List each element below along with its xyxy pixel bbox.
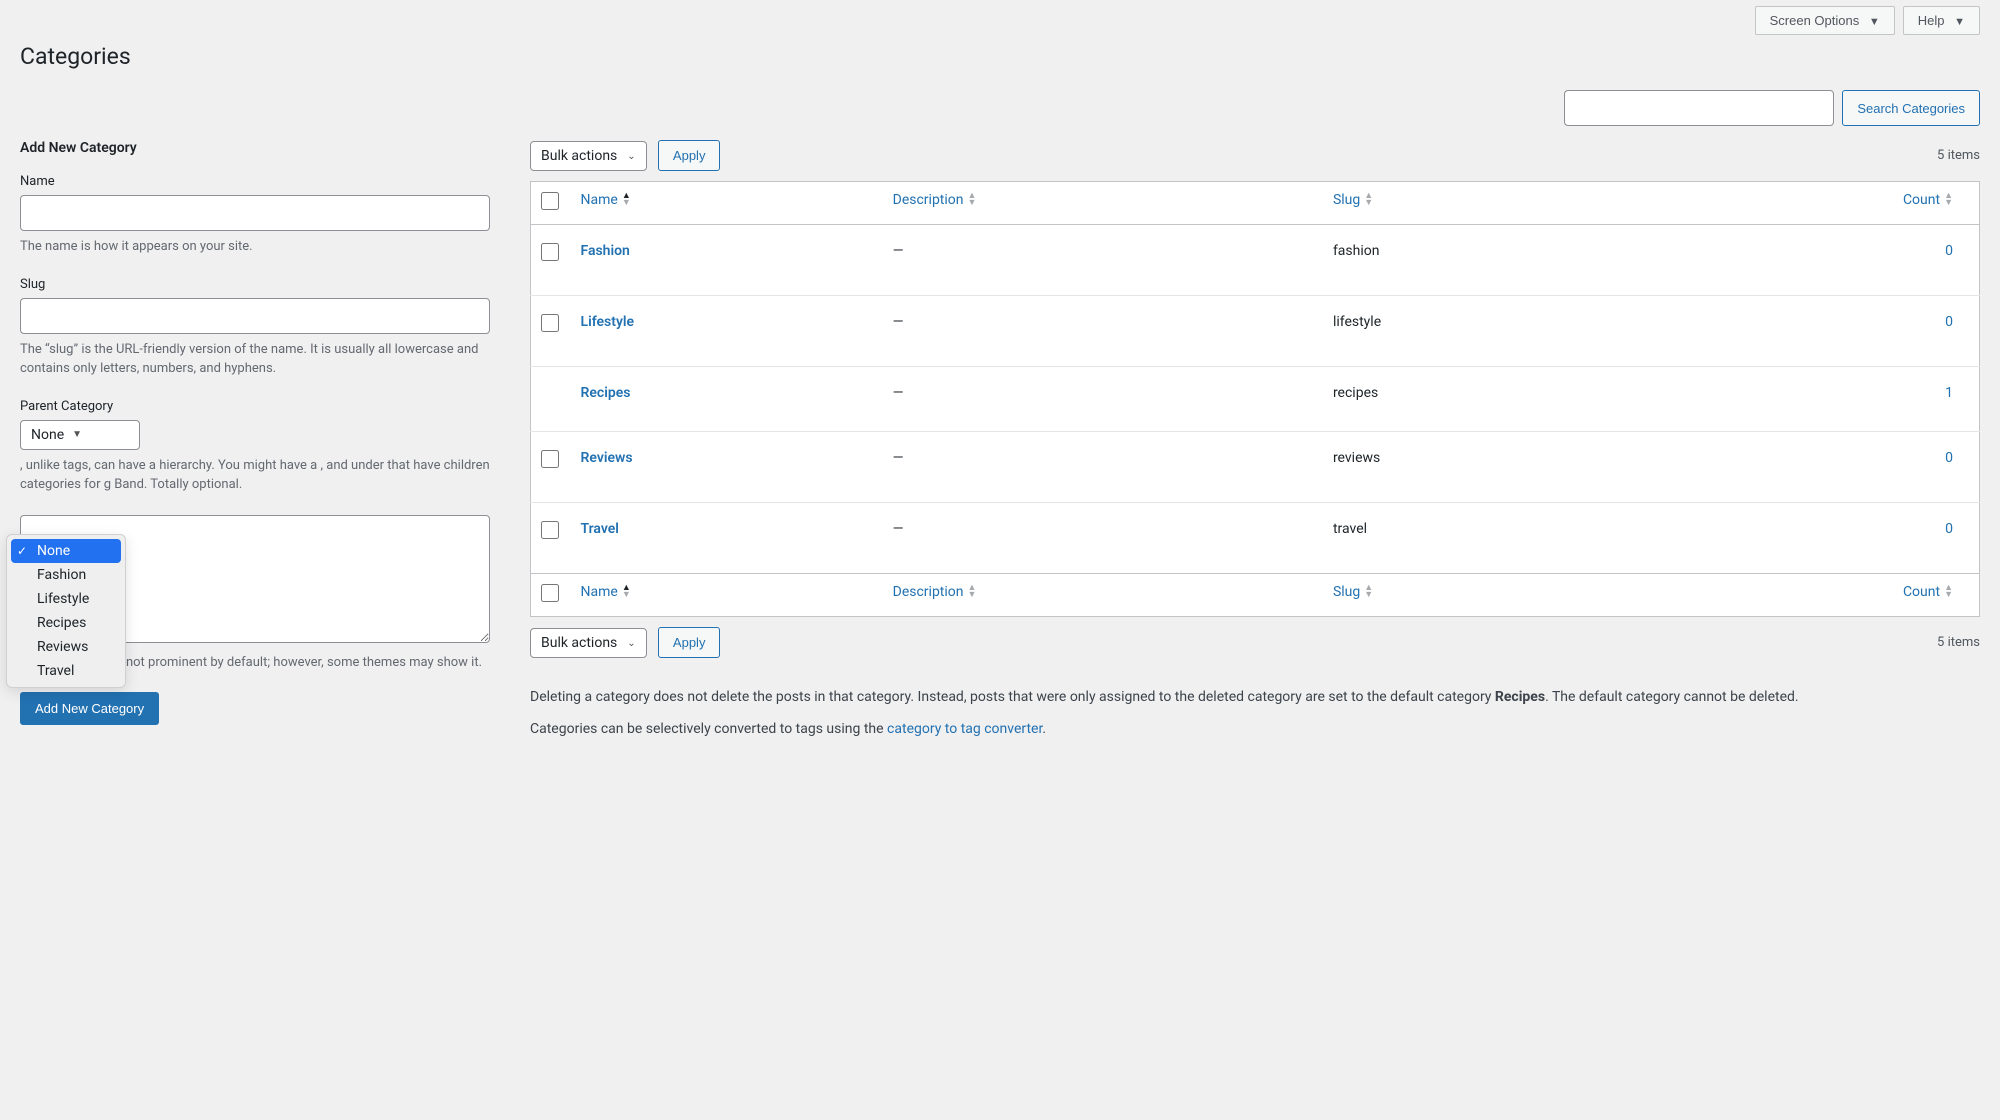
parent-dropdown: ✓ None Fashion Lifestyle Recipes Reviews Trave… (6, 534, 126, 688)
sort-icon: ▲▼ (968, 193, 977, 207)
apply-button-bottom[interactable]: Apply (658, 627, 721, 658)
col-name[interactable]: Name▲▼ (571, 182, 883, 225)
screen-options-label: Screen Options (1770, 13, 1860, 28)
sort-icon: ▲▼ (1944, 585, 1953, 599)
parent-select-value: None (31, 427, 64, 443)
table-row: Fashion —fashion 0 (531, 225, 1980, 296)
items-count-top: 5 items (1937, 148, 1980, 163)
dropdown-option-label: None (37, 543, 70, 559)
check-icon: ✓ (17, 544, 31, 558)
col-slug[interactable]: Slug▲▼ (1323, 182, 1612, 225)
dropdown-option[interactable]: Reviews (11, 635, 121, 659)
row-description: — (883, 503, 1323, 574)
dropdown-option[interactable]: Travel (11, 659, 121, 683)
row-count-link[interactable]: 0 (1945, 243, 1953, 259)
help-button[interactable]: Help ▼ (1903, 6, 1980, 35)
row-checkbox[interactable] (541, 243, 559, 261)
category-link[interactable]: Travel (581, 521, 619, 537)
row-description: — (883, 367, 1323, 432)
col-description[interactable]: Description▲▼ (883, 182, 1323, 225)
category-to-tag-link[interactable]: category to tag converter (887, 721, 1042, 737)
row-count-link[interactable]: 1 (1945, 385, 1953, 401)
bulk-actions-select-bottom[interactable]: Bulk actions ⌄ (530, 628, 647, 658)
sort-icon: ▲▼ (622, 585, 631, 599)
sort-icon: ▲▼ (1364, 585, 1373, 599)
name-label: Name (20, 174, 490, 189)
col-count[interactable]: Count▲▼ (1612, 574, 1979, 617)
apply-button-top[interactable]: Apply (658, 140, 721, 171)
page-title: Categories (20, 43, 1980, 70)
row-checkbox[interactable] (541, 314, 559, 332)
row-description: — (883, 296, 1323, 367)
row-slug: recipes (1323, 367, 1612, 432)
dropdown-option[interactable]: Fashion (11, 563, 121, 587)
items-count-bottom: 5 items (1937, 635, 1980, 650)
search-button[interactable]: Search Categories (1842, 90, 1980, 126)
dropdown-option[interactable]: Recipes (11, 611, 121, 635)
table-row: Reviews —reviews 0 (531, 432, 1980, 503)
sort-icon: ▲▼ (1944, 193, 1953, 207)
sort-icon: ▲▼ (968, 585, 977, 599)
parent-help: , unlike tags, can have a hierarchy. You… (20, 456, 490, 495)
caret-down-icon: ▼ (1954, 16, 1965, 28)
parent-label: Parent Category (20, 399, 490, 414)
row-description: — (883, 432, 1323, 503)
dropdown-option-label: Lifestyle (37, 591, 89, 607)
convert-note: Categories can be selectively converted … (530, 718, 1980, 740)
slug-input[interactable] (20, 298, 490, 334)
row-count-link[interactable]: 0 (1945, 450, 1953, 466)
table-row: Travel —travel 0 (531, 503, 1980, 574)
categories-table: Name▲▼ Description▲▼ Slug▲▼ Count▲▼ Fash… (530, 181, 1980, 617)
dropdown-option[interactable]: Lifestyle (11, 587, 121, 611)
add-category-button[interactable]: Add New Category (20, 692, 159, 725)
sort-icon: ▲▼ (622, 193, 631, 207)
name-help: The name is how it appears on your site. (20, 237, 490, 257)
caret-down-icon: ▼ (1869, 16, 1880, 28)
sort-icon: ▲▼ (1364, 193, 1373, 207)
row-checkbox[interactable] (541, 450, 559, 468)
row-count-link[interactable]: 0 (1945, 314, 1953, 330)
table-row: Recipes —recipes 1 (531, 367, 1980, 432)
bulk-actions-label: Bulk actions (541, 148, 617, 164)
category-link[interactable]: Lifestyle (581, 314, 635, 330)
select-all-bottom[interactable] (541, 584, 559, 602)
row-slug: reviews (1323, 432, 1612, 503)
dropdown-option-label: Fashion (37, 567, 86, 583)
category-link[interactable]: Fashion (581, 243, 630, 259)
col-count[interactable]: Count▲▼ (1612, 182, 1979, 225)
form-heading: Add New Category (20, 140, 490, 156)
row-slug: travel (1323, 503, 1612, 574)
slug-help: The “slug” is the URL-friendly version o… (20, 340, 490, 379)
parent-select[interactable]: None ▼ (20, 420, 140, 450)
bulk-actions-select[interactable]: Bulk actions ⌄ (530, 141, 647, 171)
screen-options-button[interactable]: Screen Options ▼ (1755, 6, 1895, 35)
col-name[interactable]: Name▲▼ (571, 574, 883, 617)
row-count-link[interactable]: 0 (1945, 521, 1953, 537)
search-input[interactable] (1564, 90, 1834, 126)
row-description: — (883, 225, 1323, 296)
chevron-down-icon: ⌄ (627, 638, 635, 649)
help-label: Help (1918, 13, 1945, 28)
row-slug: fashion (1323, 225, 1612, 296)
dropdown-option-label: Travel (37, 663, 74, 679)
slug-label: Slug (20, 277, 490, 292)
bulk-actions-label: Bulk actions (541, 635, 617, 651)
chevron-down-icon: ▼ (72, 429, 82, 440)
row-slug: lifestyle (1323, 296, 1612, 367)
select-all-top[interactable] (541, 192, 559, 210)
dropdown-option-label: Recipes (37, 615, 86, 631)
chevron-down-icon: ⌄ (627, 151, 635, 162)
category-link[interactable]: Reviews (581, 450, 633, 466)
col-slug[interactable]: Slug▲▼ (1323, 574, 1612, 617)
name-input[interactable] (20, 195, 490, 231)
category-link[interactable]: Recipes (581, 385, 631, 401)
dropdown-option[interactable]: ✓ None (11, 539, 121, 563)
table-row: Lifestyle —lifestyle 0 (531, 296, 1980, 367)
row-checkbox[interactable] (541, 521, 559, 539)
col-description[interactable]: Description▲▼ (883, 574, 1323, 617)
dropdown-option-label: Reviews (37, 639, 88, 655)
delete-note: Deleting a category does not delete the … (530, 686, 1980, 708)
